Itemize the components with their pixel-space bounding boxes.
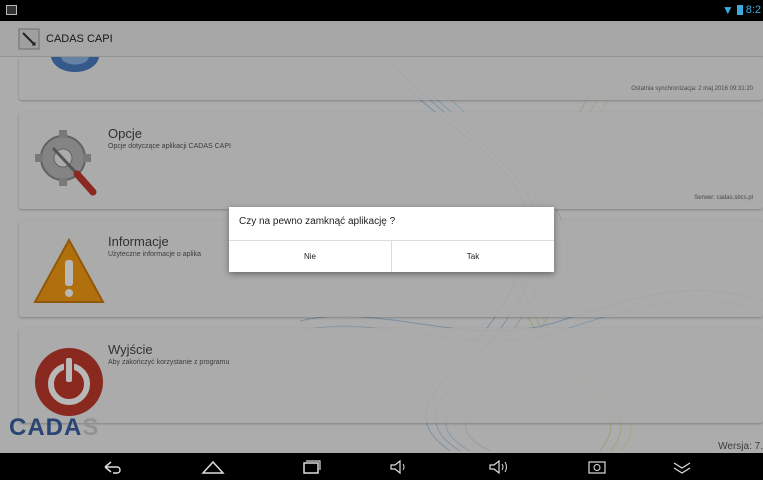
app-screen: CADAS CAPI Ostatnia synchronizacja: 2 ma… <box>0 21 763 453</box>
status-bar: ▼ 8:2 <box>0 0 763 21</box>
wifi-icon: ▼ <box>721 3 734 17</box>
dialog-message: Czy na pewno zamknąć aplikację ? <box>239 216 396 227</box>
recent-apps-icon[interactable] <box>296 457 326 477</box>
volume-down-icon[interactable] <box>383 457 413 477</box>
no-button[interactable]: Nie <box>229 241 391 272</box>
home-icon[interactable] <box>198 457 228 477</box>
navigation-bar <box>0 453 763 480</box>
yes-button[interactable]: Tak <box>392 241 554 272</box>
battery-icon <box>736 5 743 15</box>
chevron-down-icon[interactable] <box>667 457 697 477</box>
back-icon[interactable] <box>97 457 127 477</box>
volume-up-icon[interactable] <box>484 457 514 477</box>
screenshot-icon[interactable] <box>582 457 612 477</box>
notification-icon <box>6 5 17 15</box>
exit-confirm-dialog: Czy na pewno zamknąć aplikację ? Nie Tak <box>229 207 554 272</box>
status-time: 8:2 <box>745 4 761 16</box>
status-right: ▼ 8:2 <box>722 3 761 17</box>
